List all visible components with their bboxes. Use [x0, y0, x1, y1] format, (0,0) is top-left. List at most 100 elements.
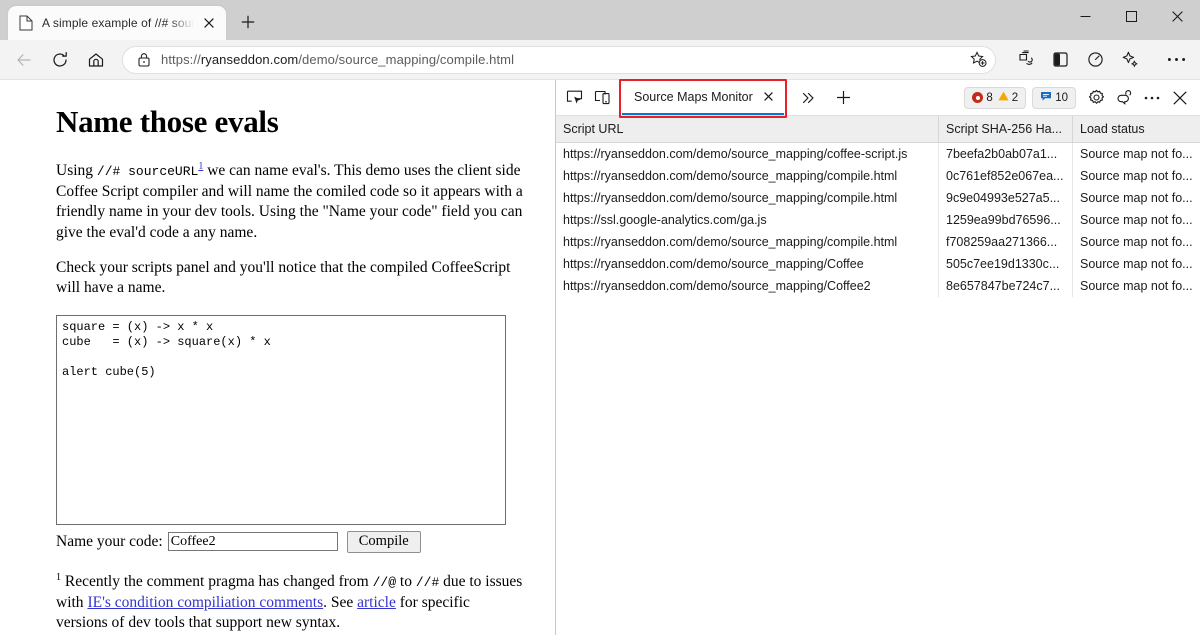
window-maximize-button[interactable] [1108, 0, 1154, 32]
window-minimize-button[interactable] [1062, 0, 1108, 32]
cell-load-status: Source map not fo... [1072, 253, 1200, 275]
reload-button[interactable] [44, 44, 76, 76]
coffeescript-code-editor[interactable]: square = (x) -> x * x cube = (x) -> squa… [56, 315, 506, 525]
code-name-input[interactable] [168, 532, 338, 551]
table-row[interactable]: https://ryanseddon.com/demo/source_mappi… [556, 253, 1200, 275]
error-count-badge[interactable]: 8 [972, 92, 992, 104]
window-close-button[interactable] [1154, 0, 1200, 32]
ie-conditional-comments-link[interactable]: IE's condition compiliation comments [87, 594, 323, 611]
intro-text-a: Using [56, 162, 97, 179]
issues-badge-group[interactable]: 8 2 [964, 87, 1026, 109]
new-pragma-code: //# [416, 575, 439, 590]
compile-button[interactable]: Compile [347, 531, 421, 553]
cell-load-status-text: Source map not fo... [1080, 235, 1200, 249]
cell-load-status: Source map not fo... [1072, 275, 1200, 297]
table-row[interactable]: https://ryanseddon.com/demo/source_mappi… [556, 275, 1200, 297]
devtools-settings-gear-icon[interactable] [1082, 85, 1110, 111]
cell-load-status-text: Source map not fo... [1080, 191, 1200, 205]
tab-source-maps-monitor-label: Source Maps Monitor [634, 90, 753, 104]
devtools-close-icon[interactable] [1166, 85, 1194, 111]
home-button[interactable] [80, 44, 112, 76]
cell-script-hash-text: 9c9e04993e527a5... [946, 191, 1072, 205]
url-scheme: https:// [161, 52, 201, 67]
tab-close-icon[interactable] [760, 88, 778, 106]
browser-toolbar-icons [1006, 44, 1192, 76]
collections-icon[interactable] [1009, 44, 1041, 76]
table-row[interactable]: https://ryanseddon.com/demo/source_mappi… [556, 187, 1200, 209]
footnote-text-d: . See [323, 594, 357, 611]
cell-script-url-text: https://ryanseddon.com/demo/source_mappi… [563, 257, 938, 271]
message-badge-group[interactable]: 10 [1032, 87, 1076, 109]
cell-script-hash: 7beefa2b0ab07a1... [938, 143, 1072, 165]
browser-tab[interactable]: A simple example of //# sourceU [8, 6, 226, 40]
window-controls [1062, 0, 1200, 40]
devtools-more-icon[interactable] [1138, 85, 1166, 111]
cell-script-hash: 1259ea99bd76596... [938, 209, 1072, 231]
content-area: Name those evals Using //# sourceURL1 we… [0, 80, 1200, 635]
new-tab-button[interactable] [233, 7, 263, 37]
address-bar[interactable]: https://ryanseddon.com/demo/source_mappi… [122, 46, 996, 74]
cell-script-hash: 8e657847be724c7... [938, 275, 1072, 297]
address-bar-url: https://ryanseddon.com/demo/source_mappi… [161, 52, 965, 67]
browser-tab-title: A simple example of //# sourceU [42, 16, 196, 30]
browser-essentials-icon[interactable] [1079, 44, 1111, 76]
warning-count-badge[interactable]: 2 [998, 91, 1018, 104]
cell-script-hash-text: 8e657847be724c7... [946, 279, 1072, 293]
cell-load-status-text: Source map not fo... [1080, 257, 1200, 271]
add-favorite-icon[interactable] [965, 47, 991, 73]
cell-load-status: Source map not fo... [1072, 209, 1200, 231]
table-row[interactable]: https://ryanseddon.com/demo/source_mappi… [556, 165, 1200, 187]
tab-source-maps-monitor[interactable]: Source Maps Monitor [622, 81, 784, 115]
cell-script-url-text: https://ryanseddon.com/demo/source_mappi… [563, 191, 938, 205]
cell-script-url: https://ryanseddon.com/demo/source_mappi… [556, 253, 938, 275]
settings-and-more-icon[interactable] [1160, 44, 1192, 76]
table-row[interactable]: https://ssl.google-analytics.com/ga.js 1… [556, 209, 1200, 231]
cell-script-url: https://ryanseddon.com/demo/source_mappi… [556, 275, 938, 297]
message-count-badge[interactable]: 10 [1040, 91, 1068, 105]
cell-script-url: https://ryanseddon.com/demo/source_mappi… [556, 143, 938, 165]
footnote-paragraph: 1 Recently the comment pragma has change… [56, 571, 525, 634]
tab-close-icon[interactable] [198, 12, 220, 34]
warning-icon [998, 91, 1009, 104]
page-title: Name those evals [56, 104, 525, 140]
devtools-panel: Source Maps Monitor [556, 80, 1200, 635]
textarea-resize-handle[interactable] [493, 512, 504, 523]
intro-paragraph: Using //# sourceURL1 we can name eval's.… [56, 160, 525, 244]
cell-script-hash: 9c9e04993e527a5... [938, 187, 1072, 209]
cell-load-status-text: Source map not fo... [1080, 147, 1200, 161]
cell-script-url-text: https://ryanseddon.com/demo/source_mappi… [563, 279, 938, 293]
device-emulation-icon[interactable] [588, 85, 616, 111]
devtools-feedback-icon[interactable] [1110, 85, 1138, 111]
error-icon [972, 92, 983, 103]
back-button[interactable] [8, 44, 40, 76]
cell-load-status-text: Source map not fo... [1080, 213, 1200, 227]
url-host: ryanseddon.com [201, 52, 299, 67]
add-tool-icon[interactable] [830, 85, 858, 111]
message-bubble-icon [1040, 91, 1052, 105]
column-header-script-hash[interactable]: Script SHA-256 Ha... [938, 116, 1072, 142]
cell-script-url-text: https://ryanseddon.com/demo/source_mappi… [563, 235, 938, 249]
column-header-load-status[interactable]: Load status [1072, 116, 1200, 142]
message-count: 10 [1055, 92, 1068, 104]
devtools-active-tab-wrapper: Source Maps Monitor [622, 80, 784, 116]
column-header-script-url[interactable]: Script URL [556, 116, 938, 142]
address-bar-actions [965, 47, 991, 73]
navigation-toolbar: https://ryanseddon.com/demo/source_mappi… [0, 40, 1200, 80]
table-row[interactable]: https://ryanseddon.com/demo/source_mappi… [556, 143, 1200, 165]
table-row[interactable]: https://ryanseddon.com/demo/source_mappi… [556, 231, 1200, 253]
browser-window: A simple example of //# sourceU [0, 0, 1200, 635]
split-screen-icon[interactable] [1044, 44, 1076, 76]
cell-script-hash-text: 7beefa2b0ab07a1... [946, 147, 1072, 161]
more-tabs-chevron-icon[interactable] [794, 85, 822, 111]
name-your-code-label: Name your code: [56, 533, 163, 551]
cell-load-status-text: Source map not fo... [1080, 279, 1200, 293]
inspect-element-icon[interactable] [560, 85, 588, 111]
copilot-icon[interactable] [1114, 44, 1146, 76]
table-header-row: Script URL Script SHA-256 Ha... Load sta… [556, 116, 1200, 143]
article-link[interactable]: article [357, 594, 396, 611]
table-body: https://ryanseddon.com/demo/source_mappi… [556, 143, 1200, 635]
cell-script-url-text: https://ryanseddon.com/demo/source_mappi… [563, 169, 938, 183]
scripts-panel-paragraph: Check your scripts panel and you'll noti… [56, 258, 525, 299]
cell-script-hash: 0c761ef852e067ea... [938, 165, 1072, 187]
title-bar: A simple example of //# sourceU [0, 0, 1200, 40]
